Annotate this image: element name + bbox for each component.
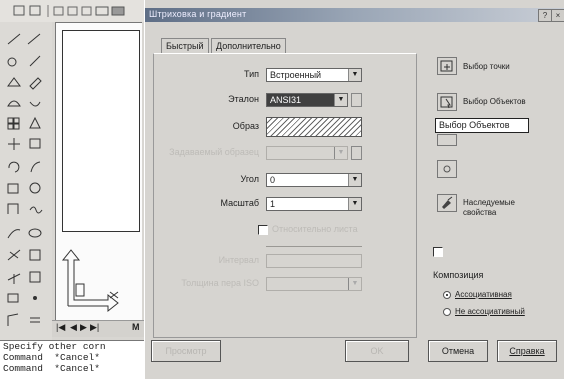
chevron-down-icon[interactable]: ▼ — [348, 69, 361, 81]
relative-paper-label: Относительно листа — [272, 224, 358, 234]
nav-prev[interactable]: ◀ — [70, 322, 77, 333]
draw-tool-icons[interactable] — [0, 22, 52, 352]
tab-advanced[interactable]: Дополнительно — [211, 38, 286, 54]
view-selections-icon — [443, 165, 451, 173]
non-associative-radio[interactable] — [443, 308, 451, 316]
cancel-button[interactable]: Отмена — [428, 340, 488, 362]
close-icon[interactable]: × — [551, 9, 564, 22]
double-checkbox[interactable] — [433, 247, 443, 257]
custom-browse-button[interactable] — [351, 146, 362, 160]
spacing-label: Интервал — [218, 255, 259, 265]
divider — [266, 246, 362, 247]
inherit-properties-label: Наследуемые свойства — [463, 198, 515, 217]
nav-last[interactable]: ▶| — [90, 322, 99, 333]
command-line[interactable]: Specify other corn Command *Cancel* Comm… — [0, 340, 150, 379]
model-tab[interactable]: M — [132, 322, 140, 332]
composition-title: Композиция — [433, 270, 484, 280]
pattern-label: Эталон — [228, 94, 259, 104]
select-objects-button[interactable] — [437, 93, 457, 111]
layout-tab-navigation[interactable]: |◀ ◀ ▶ ▶| M — [52, 320, 144, 337]
chevron-down-icon[interactable]: ▼ — [334, 94, 347, 106]
pick-points-button[interactable] — [437, 57, 457, 75]
dialog-title: Штриховка и градиент — [149, 9, 247, 19]
associative-label: Ассоциативная — [455, 290, 512, 299]
pick-points-label: Выбор точки — [463, 62, 510, 71]
command-history-line: Specify other corn — [3, 341, 106, 352]
command-history-line: Command *Cancel* — [3, 363, 100, 374]
nav-next[interactable]: ▶ — [80, 322, 87, 333]
angle-select[interactable]: 0 ▼ — [266, 173, 362, 187]
custom-pattern-select[interactable]: ▼ — [266, 146, 348, 160]
hatch-dialog: Штриховка и градиент ? × Быстрый Дополни… — [144, 0, 564, 379]
angle-label: Угол — [240, 174, 259, 184]
pick-points-icon — [440, 60, 453, 72]
scale-value: 1 — [270, 199, 276, 209]
iso-pen-label: Толщина пера ISO — [181, 278, 259, 288]
spacing-input[interactable] — [266, 254, 362, 268]
toolbar-icons — [13, 5, 125, 17]
ok-button[interactable]: OK — [345, 340, 409, 362]
help-icon[interactable]: ? — [538, 9, 552, 22]
pattern-value: ANSI31 — [270, 95, 302, 105]
associative-radio[interactable] — [443, 291, 451, 299]
view-selections-button[interactable] — [437, 160, 457, 178]
command-history-line: Command *Cancel* — [3, 352, 100, 363]
scale-select[interactable]: 1 ▼ — [266, 197, 362, 211]
pattern-select[interactable]: ANSI31 ▼ — [266, 93, 348, 107]
select-objects-label: Выбор Объектов — [463, 97, 526, 106]
chevron-down-icon[interactable]: ▼ — [348, 278, 361, 290]
type-select[interactable]: Встроенный ▼ — [266, 68, 362, 82]
select-objects-icon — [440, 96, 453, 109]
non-associative-label: Не ассоциативный — [455, 307, 525, 316]
custom-pattern-label: Задаваемый образец — [169, 147, 259, 157]
help-button[interactable]: Справка — [497, 340, 557, 362]
tooltip: Выбор Объектов — [435, 118, 529, 133]
scale-label: Масштаб — [220, 198, 259, 208]
tab-panel: Тип Встроенный ▼ Эталон ANSI31 ▼ Образ З… — [153, 53, 417, 338]
drawn-rectangle — [62, 30, 140, 232]
chevron-down-icon[interactable]: ▼ — [348, 198, 361, 210]
relative-paper-checkbox[interactable] — [258, 225, 268, 235]
pattern-browse-button[interactable] — [351, 93, 362, 107]
swatch-label: Образ — [232, 121, 259, 131]
nav-first[interactable]: |◀ — [56, 322, 65, 333]
dialog-title-bar[interactable]: Штриховка и градиент ? × — [145, 8, 564, 22]
ucs-icon — [60, 248, 124, 318]
hatch-swatch-preview[interactable] — [266, 117, 362, 137]
type-value: Встроенный — [270, 70, 322, 80]
preview-button[interactable]: Просмотр — [151, 340, 221, 362]
tab-quick[interactable]: Быстрый — [161, 38, 209, 54]
type-label: Тип — [243, 69, 259, 79]
chevron-down-icon[interactable]: ▼ — [334, 147, 347, 159]
angle-value: 0 — [270, 175, 276, 185]
chevron-down-icon[interactable]: ▼ — [348, 174, 361, 186]
brush-icon — [442, 196, 453, 209]
draw-toolbar — [0, 22, 52, 352]
iso-pen-select[interactable]: ▼ — [266, 277, 362, 291]
remove-islands-button[interactable] — [437, 134, 457, 146]
inherit-properties-button[interactable] — [437, 194, 457, 212]
